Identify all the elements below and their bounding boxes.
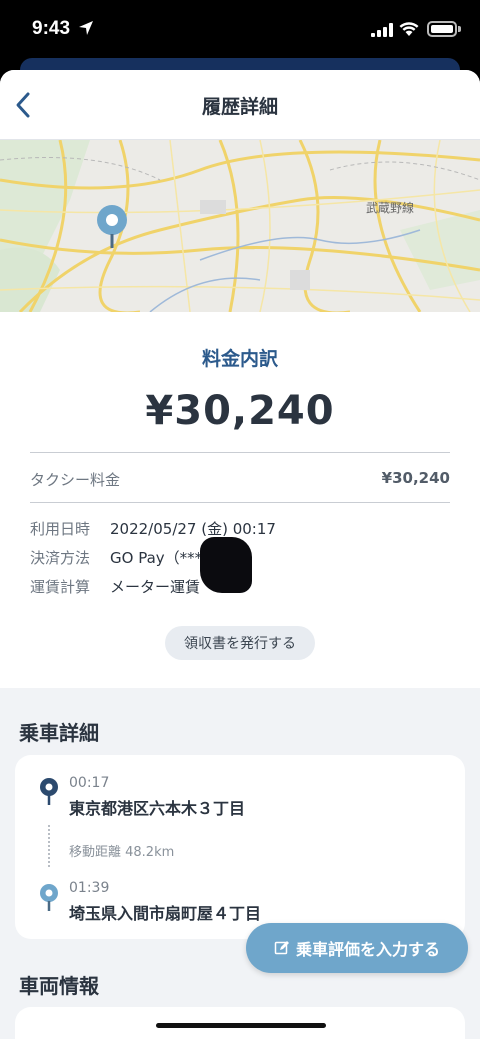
rate-ride-button[interactable]: 乗車評価を入力する	[246, 923, 468, 973]
vehicle-info-title: 車両情報	[19, 974, 99, 998]
divider	[30, 502, 450, 503]
status-time: 9:43	[32, 18, 71, 39]
taxi-fare-label: タクシー料金	[30, 471, 121, 489]
map-line-label: 武蔵野線	[366, 200, 414, 215]
date-label: 利用日時	[30, 520, 91, 538]
redaction-mark	[200, 537, 252, 593]
status-bar: 9:43	[0, 0, 480, 60]
fare-calc-row: 運賃計算 メーター運賃	[30, 576, 200, 597]
dropoff-time: 01:39	[69, 880, 110, 896]
pickup-address: 東京都港区六本木３丁目	[69, 799, 246, 818]
route-dots	[48, 825, 50, 867]
fare-calc-value: メーター運賃	[110, 578, 201, 596]
fare-calc-label: 運賃計算	[30, 578, 91, 596]
ride-details-title: 乗車詳細	[19, 721, 99, 745]
edit-icon	[274, 941, 289, 955]
dropoff-address: 埼玉県入間市扇町屋４丁目	[69, 904, 262, 923]
payment-label: 決済方法	[30, 549, 91, 567]
history-detail-sheet: 履歴詳細 武蔵野線 料金内訳 ¥30,240 タクシー料金 ¥30,240 利用…	[0, 70, 480, 1039]
rate-ride-label: 乗車評価を入力する	[295, 940, 440, 959]
fare-breakdown-card: 料金内訳 ¥30,240 タクシー料金 ¥30,240 利用日時 2022/05…	[0, 312, 480, 688]
battery-icon	[427, 21, 457, 37]
cellular-signal-icon	[371, 23, 393, 37]
fare-title: 料金内訳	[201, 348, 278, 370]
ride-details-card: 00:17 東京都港区六本木３丁目 移動距離 48.2km 01:39 埼玉県入…	[15, 755, 465, 939]
payment-value: GO Pay（****	[110, 549, 210, 567]
divider	[30, 452, 450, 453]
location-arrow-icon	[79, 21, 93, 35]
payment-row: 決済方法 GO Pay（****	[30, 547, 210, 568]
wifi-icon	[399, 22, 419, 36]
date-value: 2022/05/27 (金) 00:17	[110, 520, 276, 538]
nav-header: 履歴詳細	[0, 70, 480, 140]
fare-total: ¥30,240	[145, 388, 335, 434]
route-map[interactable]: 武蔵野線	[0, 140, 480, 312]
date-row: 利用日時 2022/05/27 (金) 00:17	[30, 518, 276, 539]
page-title: 履歴詳細	[201, 96, 278, 118]
map-graphic: 武蔵野線	[0, 140, 480, 312]
pickup-pin-icon	[40, 778, 58, 805]
issue-receipt-button[interactable]: 領収書を発行する	[165, 626, 315, 660]
taxi-fare-value: ¥30,240	[381, 469, 450, 487]
home-indicator	[156, 1023, 326, 1028]
dropoff-pin-icon	[40, 884, 58, 911]
travel-distance: 移動距離 48.2km	[69, 845, 175, 860]
battery-tip	[458, 26, 461, 32]
pickup-time: 00:17	[69, 775, 110, 791]
